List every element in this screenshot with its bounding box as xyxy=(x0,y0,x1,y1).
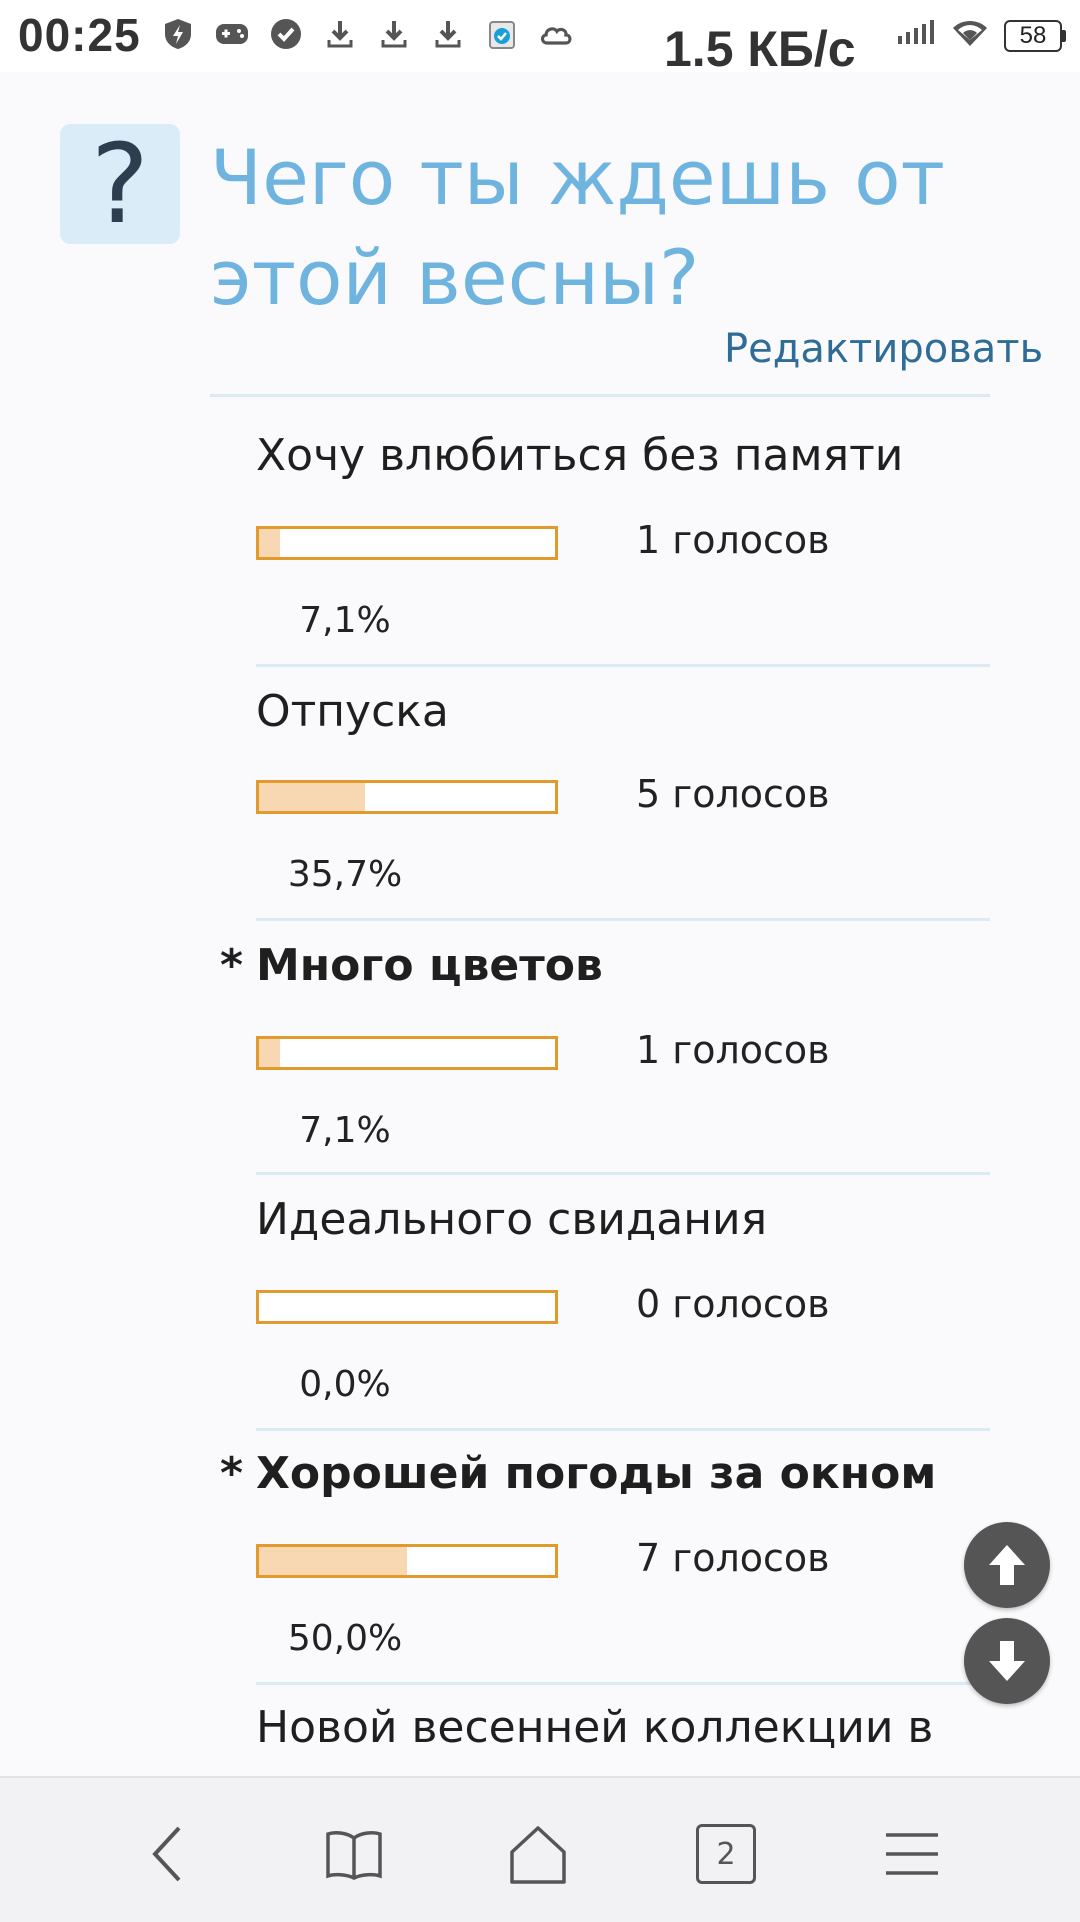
divider xyxy=(256,1172,990,1175)
bookmarks-button[interactable] xyxy=(314,1814,394,1894)
divider xyxy=(256,1682,990,1685)
divider xyxy=(210,394,990,397)
wifi-icon xyxy=(950,18,990,53)
option-label: Хорошей погоды за окном xyxy=(256,1448,937,1499)
bottom-nav: 2 xyxy=(0,1776,1080,1922)
option-label: Хочу влюбиться без памяти xyxy=(256,430,904,481)
shield-bolt-icon xyxy=(160,16,196,52)
app-badge-icon xyxy=(484,16,520,52)
network-speed: 1.5 КБ/с xyxy=(664,21,856,68)
divider xyxy=(256,1428,990,1431)
question-mark: ? xyxy=(90,120,150,248)
download-icon xyxy=(430,16,466,52)
arrow-up-icon xyxy=(989,1545,1025,1585)
tabs-button[interactable]: 2 xyxy=(686,1814,766,1894)
home-button[interactable] xyxy=(498,1814,578,1894)
battery-indicator: 58 xyxy=(1004,19,1066,52)
gamepad-icon xyxy=(214,16,250,52)
scroll-down-button[interactable] xyxy=(964,1618,1050,1704)
vote-percent: 35,7% xyxy=(287,854,403,895)
arrow-down-icon xyxy=(989,1641,1025,1681)
vote-percent: 7,1% xyxy=(299,1110,391,1151)
vote-bar xyxy=(256,1544,558,1578)
status-time: 00:25 xyxy=(18,9,141,61)
home-icon xyxy=(510,1826,566,1884)
notification-icons xyxy=(160,16,574,52)
divider xyxy=(256,664,990,667)
vote-bar-fill xyxy=(259,529,281,557)
selected-marker: * xyxy=(220,940,244,991)
divider xyxy=(256,918,990,921)
signal-icon xyxy=(896,18,936,53)
option-label: Отпуска xyxy=(256,686,449,737)
system-indicators: 58 xyxy=(896,18,1066,53)
menu-icon xyxy=(886,1833,938,1875)
selected-marker: * xyxy=(220,1448,244,1499)
option-label: Много цветов xyxy=(256,940,603,991)
download-icon xyxy=(376,16,412,52)
bookmarks-icon xyxy=(326,1831,382,1880)
vote-count: 7 голосов xyxy=(636,1536,830,1580)
vote-count: 1 голосов xyxy=(636,518,830,562)
edit-link[interactable]: Редактировать xyxy=(724,326,1043,372)
download-icon xyxy=(322,16,358,52)
vote-bar xyxy=(256,780,558,814)
option-label: Идеального свидания xyxy=(256,1194,768,1245)
vote-bar xyxy=(256,1036,558,1070)
poll-title: Чего ты ждешь от этой весны? xyxy=(210,133,945,322)
vote-count: 5 голосов xyxy=(636,772,830,816)
vote-bar-fill xyxy=(259,1039,281,1067)
tabs-icon: 2 xyxy=(696,1824,756,1884)
vote-percent: 7,1% xyxy=(299,600,391,641)
status-bar: 00:25 1.5 КБ/с 58 xyxy=(0,0,1080,72)
menu-button[interactable] xyxy=(872,1814,952,1894)
vote-count: 0 голосов xyxy=(636,1282,830,1326)
vote-percent: 0,0% xyxy=(299,1364,391,1405)
cloud-icon xyxy=(538,16,574,52)
vote-percent: 50,0% xyxy=(287,1618,403,1659)
vote-bar xyxy=(256,526,558,560)
option-label: Новой весенней коллекции в xyxy=(256,1702,934,1753)
check-circle-icon xyxy=(268,16,304,52)
vote-bar xyxy=(256,1290,558,1324)
back-icon xyxy=(152,1826,181,1882)
vote-bar-fill xyxy=(259,1547,407,1575)
vote-count: 1 голосов xyxy=(636,1028,830,1072)
scroll-up-button[interactable] xyxy=(964,1522,1050,1608)
back-button[interactable] xyxy=(128,1814,208,1894)
vote-bar-fill xyxy=(259,783,365,811)
question-badge: ? xyxy=(60,120,180,248)
